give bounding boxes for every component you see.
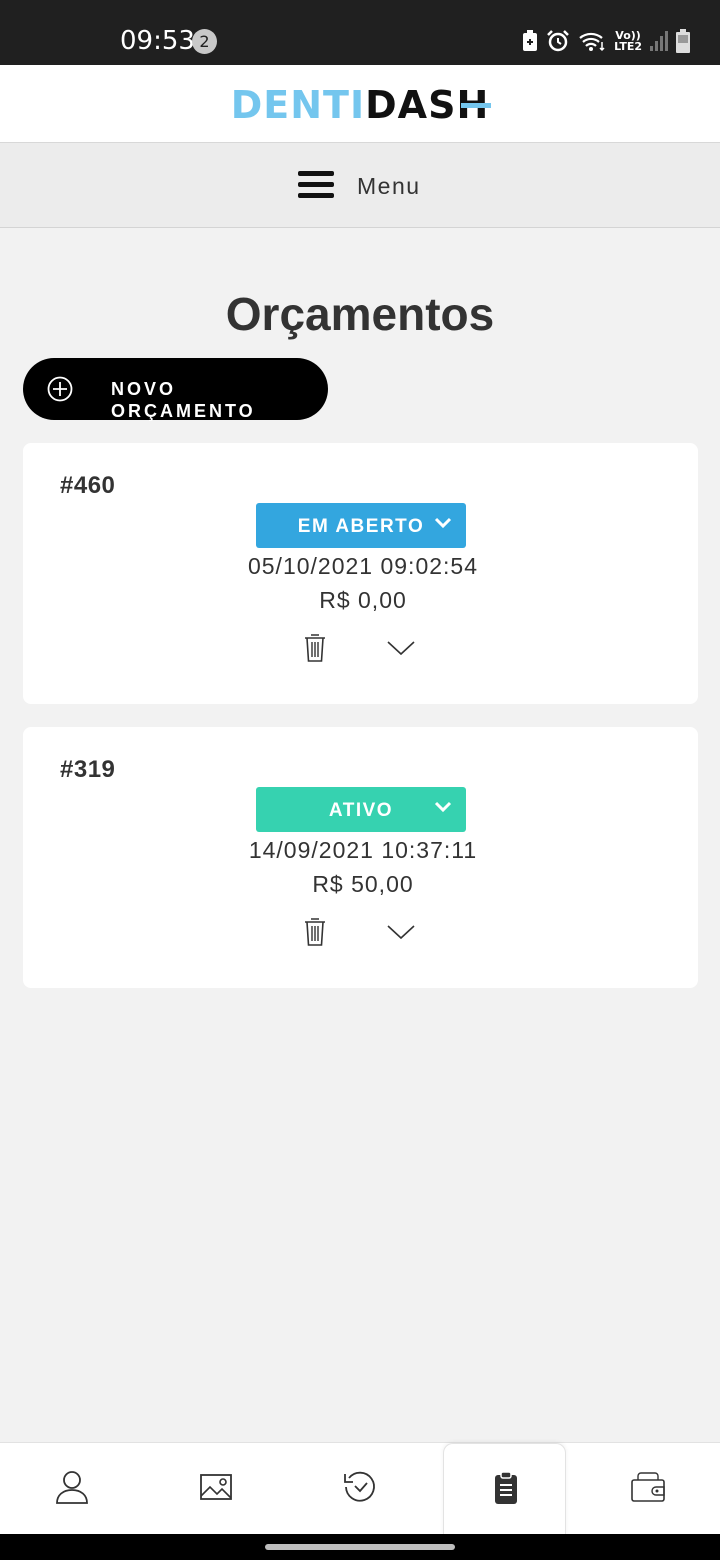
budget-datetime: 05/10/2021 09:02:54 <box>247 553 479 579</box>
nav-item-budgets[interactable] <box>443 1443 566 1535</box>
budget-value: R$ 0,00 <box>319 587 407 613</box>
clipboard-icon <box>495 1471 517 1504</box>
new-budget-label: NOVO ORÇAMENTO <box>111 379 256 421</box>
bottom-navigation <box>0 1442 720 1535</box>
battery-icon <box>676 29 690 53</box>
status-dropdown[interactable]: ATIVO <box>256 787 466 832</box>
budget-value: R$ 50,00 <box>312 871 414 897</box>
dentidash-logo[interactable]: DENTIDASH <box>0 83 720 127</box>
trash-icon[interactable] <box>303 917 327 947</box>
history-icon <box>344 1471 375 1502</box>
budget-datetime: 14/09/2021 10:37:11 <box>248 837 478 863</box>
wifi-icon <box>579 32 605 52</box>
page-title: Orçamentos <box>225 288 495 340</box>
new-budget-button[interactable]: NOVO ORÇAMENTO <box>23 358 328 421</box>
status-icons: Vo)) LTE2 <box>522 28 690 54</box>
user-icon <box>56 1471 88 1504</box>
budget-card: #319 ATIVO 14/09/2021 10:37:11 R$ 50,00 <box>23 727 698 988</box>
logo-accent-bar <box>461 103 492 108</box>
chevron-down-icon <box>434 801 452 813</box>
status-bar: 09:53 2 Vo)) LTE2 <box>0 0 720 65</box>
wallet-icon <box>631 1472 665 1502</box>
hamburger-menu-icon[interactable] <box>298 171 334 199</box>
budget-id: #460 <box>60 472 116 499</box>
image-icon <box>200 1474 232 1500</box>
budget-card: #460 EM ABERTO 05/10/2021 09:02:54 R$ 0,… <box>23 443 698 704</box>
status-dropdown[interactable]: EM ABERTO <box>256 503 466 548</box>
nav-item-profile[interactable] <box>0 1443 144 1535</box>
expand-chevron-icon[interactable] <box>386 639 416 657</box>
menu-bar: Menu <box>0 143 720 228</box>
nav-item-wallet[interactable] <box>576 1443 720 1535</box>
plus-circle-icon <box>47 376 73 402</box>
menu-toggle-label[interactable]: Menu <box>357 171 421 201</box>
logo-text-part2: DASH <box>365 83 492 127</box>
status-time: 09:53 <box>120 26 195 56</box>
alarm-icon <box>547 30 570 52</box>
expand-chevron-icon[interactable] <box>386 923 416 941</box>
lte-label: LTE2 <box>614 40 642 53</box>
app-header: DENTIDASH <box>0 65 720 143</box>
notification-count-badge: 2 <box>192 29 217 54</box>
battery-saver-icon <box>523 30 538 51</box>
system-navigation-bar <box>0 1534 720 1560</box>
nav-item-images[interactable] <box>144 1443 288 1535</box>
trash-icon[interactable] <box>303 633 327 663</box>
home-indicator[interactable] <box>265 1544 455 1550</box>
signal-icon <box>650 31 668 51</box>
logo-text-part1: DENTI <box>230 83 366 127</box>
budget-id: #319 <box>60 756 116 783</box>
network-type: Vo)) LTE2 <box>614 30 642 52</box>
nav-item-history[interactable] <box>288 1443 432 1535</box>
chevron-down-icon <box>434 517 452 529</box>
